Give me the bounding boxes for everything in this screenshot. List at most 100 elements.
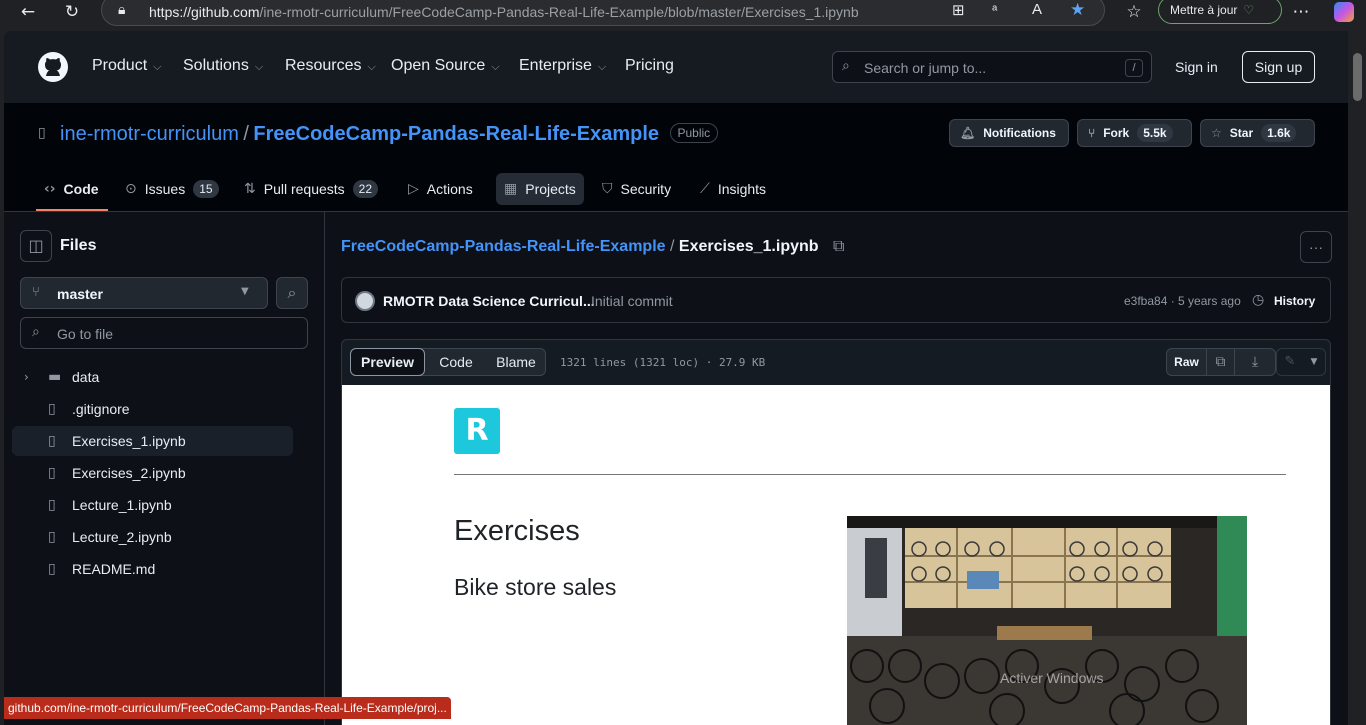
search-files-icon[interactable]: ⌕ [276,277,308,309]
tree-item-lecture-2[interactable]: ▯ Lecture_2.ipynb [12,522,293,552]
tree-item-data[interactable]: › ▬ data [12,362,293,392]
file-icon: ▯ [48,497,56,513]
nav-solutions[interactable]: Solutions ⌵ [183,57,263,75]
site-header: Product ⌵ Solutions ⌵ Resources ⌵ Open Sour… [4,31,1348,103]
latest-commit-box: RMOTR Data Science Curricul... Initial c… [341,277,1331,323]
repo-icon: ▯ [38,125,46,141]
branch-name: master [57,286,103,302]
bell-icon: 🔔︎ [960,126,976,140]
commit-message[interactable]: Initial commit [591,293,673,309]
copilot-icon[interactable] [1334,2,1354,22]
lock-icon[interactable]: 🔒︎ [118,2,125,18]
view-mode-segmented: Preview Code Blame [350,348,546,376]
github-logo-icon[interactable] [37,51,69,83]
play-icon: ▷ [408,181,419,197]
branch-select[interactable]: ⑂ master ▼ [20,277,268,309]
repo-name-link[interactable]: FreeCodeCamp-Pandas-Real-Life-Example [253,123,659,145]
download-icon[interactable]: ⤓ [1235,349,1275,375]
nav-enterprise[interactable]: Enterprise ⌵ [519,57,606,75]
files-title: Files [60,237,97,254]
search-placeholder: Search or jump to... [864,60,987,76]
tree-item-readme[interactable]: ▯ README.md [12,554,293,584]
collapse-sidebar-icon[interactable]: ◫ [20,230,52,262]
preview-tab[interactable]: Preview [350,348,425,376]
windows-watermark: Activer Windows [1000,670,1104,686]
tab-projects[interactable]: ▦ Projects [496,173,584,205]
page-scrollbar[interactable] [1350,31,1366,725]
text-size-icon[interactable]: A [1032,1,1042,18]
sign-in-link[interactable]: Sign in [1175,59,1218,75]
tree-item-label: Lecture_1.ipynb [72,497,172,513]
fork-count: 5.5k [1137,124,1173,142]
back-arrow-icon[interactable]: ← [13,0,43,24]
update-icon: ♡ [1243,3,1255,17]
caret-down-icon[interactable]: ▼ [1303,349,1325,375]
folder-icon: ▬ [48,369,62,385]
code-view-tab[interactable]: Code [429,348,483,376]
tab-code[interactable]: ‹› Code [44,173,99,205]
tree-item-exercises-2[interactable]: ▯ Exercises_2.ipynb [12,458,293,488]
tab-security[interactable]: ⛉ Security [602,173,671,205]
tree-item-gitignore[interactable]: ▯ .gitignore [12,394,293,424]
nav-pricing[interactable]: Pricing [625,57,674,75]
copy-path-icon[interactable]: ⧉ [833,236,844,255]
favorites-icon[interactable]: ☆ [1119,0,1149,24]
tab-insights[interactable]: ⟋ Insights [700,173,766,205]
pull-request-icon: ⇅ [244,181,256,197]
history-link[interactable]: History [1274,294,1315,308]
nav-product[interactable]: Product ⌵ [92,57,161,75]
favorite-star-icon[interactable]: ★ [1070,0,1085,20]
search-input[interactable]: ⌕ Search or jump to... / [832,51,1152,83]
history-icon: ◷ [1252,292,1265,308]
browser-toolbar: ← ↻ 🔒︎ https://github.com/ine-rmotr-curr… [0,0,1366,31]
tab-label: Insights [717,181,767,197]
tab-pull-requests[interactable]: ⇅ Pull requests 22 [244,173,379,205]
caret-down-icon: ▼ [241,286,249,297]
notebook-subheading: Bike store sales [454,574,617,600]
fork-button[interactable]: ⑂ Fork 5.5k [1077,119,1192,147]
blame-tab[interactable]: Blame [485,348,547,376]
reload-icon[interactable]: ↻ [57,0,87,24]
star-button[interactable]: ☆ Star 1.6k [1200,119,1315,147]
raw-button[interactable]: Raw [1167,349,1207,375]
notebook-heading: Exercises [454,515,580,547]
pencil-icon[interactable]: ✎ [1277,349,1303,375]
fork-label: Fork [1103,126,1130,140]
breadcrumb-repo-link[interactable]: FreeCodeCamp-Pandas-Real-Life-Example [341,238,666,255]
copy-raw-icon[interactable]: ⧉ [1207,349,1235,375]
tab-issues[interactable]: ⊙ Issues 15 [125,173,219,205]
nav-resources[interactable]: Resources ⌵ [285,57,376,75]
tree-item-label: data [72,369,100,385]
file-icon: ▯ [48,561,56,577]
sign-up-button[interactable]: Sign up [1242,51,1315,83]
tab-label: Pull requests [263,181,345,197]
notifications-button[interactable]: 🔔︎ Notifications [949,119,1069,147]
apps-icon[interactable]: ⊞ [952,1,965,19]
chevron-right-icon[interactable]: › [24,370,29,384]
commit-author[interactable]: RMOTR Data Science Curricul... [383,293,595,309]
search-icon: ⌕ [32,324,40,340]
tree-item-label: .gitignore [72,401,130,417]
tab-label: Code [63,181,99,197]
pull-requests-count: 22 [352,180,379,198]
avatar[interactable] [355,291,375,311]
nav-open-source[interactable]: Open Source ⌵ [391,57,500,75]
tree-item-exercises-1[interactable]: ▯ Exercises_1.ipynb [12,426,293,456]
file-breadcrumb: FreeCodeCamp-Pandas-Real-Life-Example / … [341,236,844,256]
more-options-icon[interactable]: ··· [1300,231,1332,263]
tab-actions[interactable]: ▷ Actions [408,173,473,205]
tab-label: Projects [525,181,576,197]
commit-meta[interactable]: e3fba84 · 5 years ago [1124,294,1241,308]
tree-item-label: Exercises_2.ipynb [72,465,186,481]
more-icon[interactable]: ⋯ [1286,0,1316,24]
scrollbar-thumb[interactable] [1353,53,1362,101]
tree-item-lecture-1[interactable]: ▯ Lecture_1.ipynb [12,490,293,520]
breadcrumb-separator: / [669,238,675,255]
tab-label: Security [620,181,672,197]
update-button[interactable]: Mettre à jour ♡ [1158,0,1282,24]
repo-owner-link[interactable]: ine-rmotr-curriculum [60,123,239,145]
address-bar[interactable]: 🔒︎ https://github.com/ine-rmotr-curricul… [101,0,1105,26]
go-to-file-input[interactable]: ⌕ Go to file [20,317,308,349]
shield-icon: ⛉ [602,181,613,197]
read-aloud-icon[interactable]: ᵃ [992,1,997,17]
